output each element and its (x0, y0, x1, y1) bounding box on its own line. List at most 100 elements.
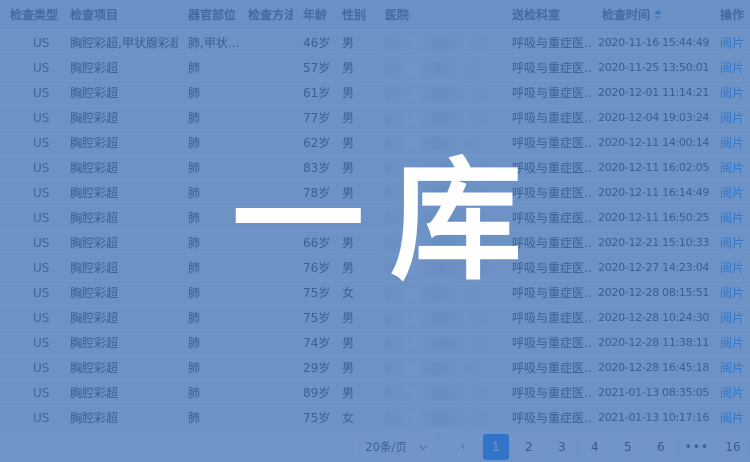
cell-check-method (238, 55, 293, 80)
cell-check-type: US (0, 130, 60, 155)
cell-check-time: 2020-12-27 14:23:04 (592, 255, 710, 280)
table-row[interactable]: US 胸腔彩超 肺 57岁 男 呼吸与重症医... 2020-11-25 13:… (0, 55, 750, 80)
cell-check-type: US (0, 230, 60, 255)
cell-gender: 男 (332, 355, 375, 380)
cell-check-method (238, 155, 293, 180)
hospital-redacted-blur (385, 37, 485, 50)
cell-hospital (375, 55, 502, 80)
view-images-link[interactable]: 阅片 (720, 236, 744, 250)
hospital-redacted-blur (385, 62, 479, 75)
page-number-button[interactable]: 4 (582, 434, 608, 460)
view-images-link[interactable]: 阅片 (720, 386, 744, 400)
cell-check-method (238, 180, 293, 205)
cell-check-method (238, 305, 293, 330)
cell-age: 74岁 (293, 330, 332, 355)
cell-hospital (375, 80, 502, 105)
cell-check-type: US (0, 305, 60, 330)
cell-age: 76岁 (293, 255, 332, 280)
table-row[interactable]: US 胸腔彩超 肺 75岁 女 呼吸与重症医... 2021-01-13 10:… (0, 405, 750, 430)
page-number-button[interactable]: 16 (720, 434, 746, 460)
cell-check-item: 胸腔彩超 (60, 180, 178, 205)
cell-gender: 男 (332, 180, 375, 205)
table-row[interactable]: US 胸腔彩超 肺 78岁 男 呼吸与重症医... 2020-12-11 16:… (0, 180, 750, 205)
cell-check-item: 胸腔彩超 (60, 105, 178, 130)
hospital-redacted-blur (385, 312, 484, 325)
table-row[interactable]: US 胸腔彩超 肺 75岁 女 呼吸与重症医... 2020-12-28 08:… (0, 280, 750, 305)
cell-check-time: 2021-01-13 10:17:16 (592, 405, 710, 430)
cell-department: 呼吸与重症医... (502, 255, 592, 280)
table-row[interactable]: US 胸腔彩超 肺 62岁 男 呼吸与重症医... 2020-12-11 14:… (0, 130, 750, 155)
cell-department: 呼吸与重症医... (502, 305, 592, 330)
page-number-button[interactable]: 2 (516, 434, 542, 460)
cell-check-item: 胸腔彩超 (60, 155, 178, 180)
cell-check-time: 2020-12-11 16:02:05 (592, 155, 710, 180)
view-images-link[interactable]: 阅片 (720, 186, 744, 200)
cell-check-time: 2020-12-11 16:14:49 (592, 180, 710, 205)
exam-table: 检查类型 检查项目 器官部位 检查方法 年龄 (0, 0, 750, 431)
sort-desc-icon[interactable] (654, 16, 662, 24)
cell-action: 阅片 (710, 255, 750, 280)
table-header-row: 检查类型 检查项目 器官部位 检查方法 年龄 (0, 0, 750, 30)
view-images-link[interactable]: 阅片 (720, 411, 744, 425)
cell-hospital (375, 180, 502, 205)
cell-check-type: US (0, 330, 60, 355)
view-images-link[interactable]: 阅片 (720, 61, 744, 75)
cell-organ-part: 肺 (178, 205, 238, 230)
view-images-link[interactable]: 阅片 (720, 261, 744, 275)
chevron-down-icon (419, 441, 427, 449)
view-images-link[interactable]: 阅片 (720, 36, 744, 50)
page-number-button[interactable]: 5 (615, 434, 641, 460)
cell-gender: 男 (332, 330, 375, 355)
view-images-link[interactable]: 阅片 (720, 136, 744, 150)
view-images-link[interactable]: 阅片 (720, 311, 744, 325)
cell-action: 阅片 (710, 155, 750, 180)
page-number-button[interactable]: ••• (681, 434, 713, 460)
cell-action: 阅片 (710, 230, 750, 255)
prev-page-button[interactable]: ‹ (450, 434, 476, 460)
cell-check-method (238, 255, 293, 280)
view-images-link[interactable]: 阅片 (720, 111, 744, 125)
page-size-select[interactable]: 20条/页 (355, 435, 435, 459)
page-number-button[interactable]: 6 (648, 434, 674, 460)
page-number-button[interactable]: 3 (549, 434, 575, 460)
sort-asc-icon[interactable] (654, 6, 662, 14)
cell-organ-part: 肺 (178, 80, 238, 105)
cell-gender: 女 (332, 280, 375, 305)
cell-hospital (375, 305, 502, 330)
table-row[interactable]: US 胸腔彩超 肺 66岁 男 呼吸与重症医... 2020-12-21 15:… (0, 230, 750, 255)
table-row[interactable]: US 胸腔彩超 肺 61岁 男 呼吸与重症医... 2020-12-01 11:… (0, 80, 750, 105)
view-images-link[interactable]: 阅片 (720, 336, 744, 350)
table-row[interactable]: US 胸腔彩超 肺 77岁 男 呼吸与重症医... 2020-12-04 19:… (0, 105, 750, 130)
cell-check-type: US (0, 205, 60, 230)
column-header: 医院 (375, 0, 502, 30)
hospital-redacted-blur (385, 287, 479, 300)
table-row[interactable]: US 胸腔彩超 肺 29岁 男 呼吸与重症医... 2020-12-28 16:… (0, 355, 750, 380)
page-number-button[interactable]: 1 (483, 434, 509, 460)
cell-age: 75岁 (293, 305, 332, 330)
view-images-link[interactable]: 阅片 (720, 286, 744, 300)
cell-check-item: 胸腔彩超 (60, 355, 178, 380)
view-images-link[interactable]: 阅片 (720, 161, 744, 175)
table-row[interactable]: US 胸腔彩超 肺 74岁 男 呼吸与重症医... 2020-12-28 11:… (0, 330, 750, 355)
column-header: 检查方法 (238, 0, 293, 30)
column-header-label: 性别 (342, 8, 366, 22)
table-row[interactable]: US 胸腔彩超 肺 83岁 男 呼吸与重症医... 2020-12-11 16:… (0, 155, 750, 180)
table-row[interactable]: US 胸腔彩超 肺 89岁 男 呼吸与重症医... 2021-01-13 08:… (0, 380, 750, 405)
sort-caret[interactable] (654, 6, 662, 24)
cell-age: 77岁 (293, 105, 332, 130)
view-images-link[interactable]: 阅片 (720, 211, 744, 225)
cell-department: 呼吸与重症医... (502, 330, 592, 355)
table-row[interactable]: US 胸腔彩超 肺 75岁 男 呼吸与重症医... 2020-12-28 10:… (0, 305, 750, 330)
table-row[interactable]: US 胸腔彩超,甲状腺彩超 肺,甲状... 46岁 男 呼吸与重症医... 20… (0, 30, 750, 55)
view-images-link[interactable]: 阅片 (720, 361, 744, 375)
cell-check-method (238, 355, 293, 380)
column-header-label: 检查项目 (70, 8, 118, 22)
cell-gender: 女 (332, 405, 375, 430)
cell-check-type: US (0, 380, 60, 405)
table-row[interactable]: US 胸腔彩超 肺 76岁 女 呼吸与重症医... 2020-12-11 16:… (0, 205, 750, 230)
cell-gender: 女 (332, 205, 375, 230)
table-row[interactable]: US 胸腔彩超 肺 76岁 男 呼吸与重症医... 2020-12-27 14:… (0, 255, 750, 280)
cell-department: 呼吸与重症医... (502, 30, 592, 55)
cell-gender: 男 (332, 55, 375, 80)
view-images-link[interactable]: 阅片 (720, 86, 744, 100)
